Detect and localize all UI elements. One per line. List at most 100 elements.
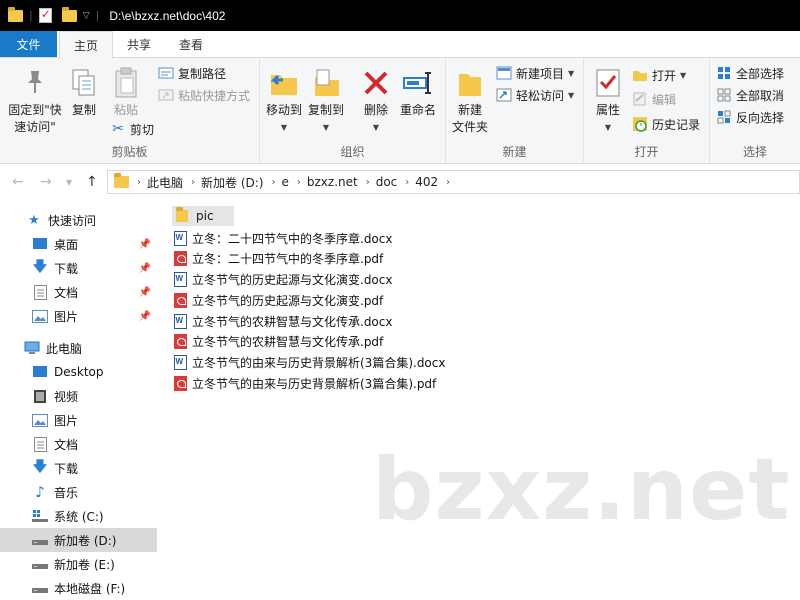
breadcrumb-separator-icon[interactable]: › [366,177,370,188]
copy-to-button[interactable]: 复制到 ▼ [306,66,346,136]
pin-label: 固定到"快 速访问" [8,103,62,134]
pin-to-quick-access-button[interactable]: 固定到"快 速访问" [4,66,66,136]
list-item[interactable]: 立冬节气的由来与历史背景解析(3篇合集).docx [172,352,445,372]
watermark-text: bzxz.net [372,440,791,540]
move-to-button[interactable]: 移动到 ▼ [264,66,304,136]
nav-item-music[interactable]: ♪ 音乐 [0,480,157,504]
folder-icon[interactable] [8,6,23,22]
pin-icon[interactable]: 📌 [139,239,151,250]
breadcrumb-bzxz-net[interactable]: bzxz.net [307,175,358,189]
open-label: 打开 [652,68,677,83]
nav-item-label: 文档 [54,437,79,452]
nav-item-label: 文档 [54,285,79,300]
history-button[interactable]: 历史记录 [632,113,700,135]
easy-access-chevron-down-icon: ▼ [568,90,575,100]
breadcrumb-separator-icon[interactable]: › [446,177,450,188]
list-item[interactable]: 立冬节气的历史起源与文化演变.docx [172,269,392,289]
tab-view[interactable]: 查看 [165,31,217,57]
breadcrumb-separator-icon[interactable]: › [191,177,195,188]
breadcrumb-separator-icon[interactable]: › [137,177,141,188]
pin-icon[interactable]: 📌 [139,263,151,274]
open-button[interactable]: 打开 ▼ [632,64,686,86]
open-chevron-down-icon: ▼ [680,70,687,80]
word-document-icon [172,354,188,370]
breadcrumb-separator-icon[interactable]: › [297,177,301,188]
nav-item-pictures[interactable]: 图片 📌 [0,304,157,328]
title-bar: | ▽ | D:\e\bzxz.net\doc\402 [0,0,800,31]
breadcrumb-402[interactable]: 402 [415,175,438,189]
list-item[interactable]: 立冬：二十四节气中的冬季序章.pdf [172,248,383,268]
list-item-folder[interactable]: pic [172,206,234,226]
nav-item-downloads[interactable]: 🡇 下载 📌 [0,256,157,280]
breadcrumb-separator-icon[interactable]: › [271,177,275,188]
edit-button[interactable]: 编辑 [632,88,676,110]
ribbon-tabs: 文件 主页 共享 查看 [0,31,800,58]
delete-label: 删除 [363,103,388,117]
forward-arrow-icon[interactable]: → [40,174,52,190]
pin-icon[interactable]: 📌 [139,311,151,322]
nav-item-desktop-pc[interactable]: Desktop [0,360,157,384]
new-folder-button[interactable]: 新建 文件夹 [450,66,490,136]
nav-item-drive-d[interactable]: 新加卷 (D:) [0,528,157,552]
paste-shortcut-button[interactable]: 粘贴快捷方式 [158,84,250,106]
properties-button[interactable]: 属性 ▼ [590,66,626,136]
properties-label: 属性 [595,103,620,117]
back-arrow-icon[interactable]: ← [12,174,24,190]
nav-item-drive-e[interactable]: 新加卷 (E:) [0,552,157,576]
pin-icon[interactable]: 📌 [139,287,151,298]
paste-button[interactable]: 粘贴 [108,66,144,119]
breadcrumb-this-pc[interactable]: 此电脑 [147,174,183,191]
delete-x-icon [362,66,390,100]
tab-share[interactable]: 共享 [113,31,165,57]
nav-item-drive-f[interactable]: 本地磁盘 (F:) [0,576,157,600]
organize-group-label: 组织 [340,145,365,159]
nav-item-documents-pc[interactable]: 文档 [0,432,157,456]
invert-selection-button[interactable]: 反向选择 [716,106,784,128]
easy-access-icon [496,87,512,103]
rename-label: 重命名 [399,103,436,117]
select-none-button[interactable]: 全部取消 [716,84,784,106]
nav-item-label: 下载 [54,461,79,476]
easy-access-button[interactable]: 轻松访问 ▼ [496,84,574,106]
delete-chevron-down-icon: ▼ [372,123,380,132]
recent-locations-chevron-down-icon[interactable]: ▼ [66,178,72,187]
breadcrumb-separator-icon[interactable]: › [405,177,409,188]
select-all-button[interactable]: 全部选择 [716,62,784,84]
nav-item-label: 本地磁盘 (F:) [54,581,126,596]
nav-item-documents[interactable]: 文档 📌 [0,280,157,304]
tab-home[interactable]: 主页 [59,31,114,58]
copy-path-button[interactable]: 复制路径 [158,62,226,84]
new-item-button[interactable]: 新建项目 ▼ [496,62,574,84]
cut-button[interactable]: ✂ 剪切 [110,118,154,140]
nav-item-label: 新加卷 (D:) [54,533,117,548]
customize-toolbar-chevron-icon[interactable]: ▽ [83,11,90,21]
nav-quick-access[interactable]: ★ 快速访问 [0,208,157,232]
address-bar[interactable]: › 此电脑 › 新加卷 (D:) › e › bzxz.net › doc › … [107,170,800,194]
list-item[interactable]: 立冬节气的农耕智慧与文化传承.pdf [172,331,383,351]
copy-button[interactable]: 复制 [66,66,102,119]
nav-item-videos[interactable]: 视频 [0,384,157,408]
nav-this-pc[interactable]: 此电脑 [0,336,157,360]
nav-item-drive-c[interactable]: 系统 (C:) [0,504,157,528]
new-folder-icon[interactable] [61,6,77,22]
list-item[interactable]: 立冬节气的历史起源与文化演变.pdf [172,290,383,310]
nav-item-desktop[interactable]: 桌面 📌 [0,232,157,256]
list-item[interactable]: 立冬：二十四节气中的冬季序章.docx [172,228,392,248]
breadcrumb-e[interactable]: e [281,175,288,189]
nav-item-pictures-pc[interactable]: 图片 [0,408,157,432]
nav-item-downloads-pc[interactable]: 🡇 下载 [0,456,157,480]
breadcrumb-drive-d[interactable]: 新加卷 (D:) [201,174,263,191]
properties-icon[interactable] [38,7,52,23]
list-item[interactable]: 立冬节气的由来与历史背景解析(3篇合集).pdf [172,373,436,393]
up-arrow-icon[interactable]: ↑ [86,174,98,190]
delete-button[interactable]: 删除 ▼ [358,66,394,136]
new-item-chevron-down-icon: ▼ [568,68,575,78]
file-name: pic [196,209,214,223]
list-item[interactable]: 立冬节气的农耕智慧与文化传承.docx [172,311,392,331]
select-all-label: 全部选择 [736,66,785,81]
copy-to-icon [311,66,341,100]
rename-button[interactable]: 重命名 [396,66,440,119]
tab-file[interactable]: 文件 [0,31,57,57]
pin-icon [24,66,46,100]
breadcrumb-doc[interactable]: doc [376,175,398,189]
